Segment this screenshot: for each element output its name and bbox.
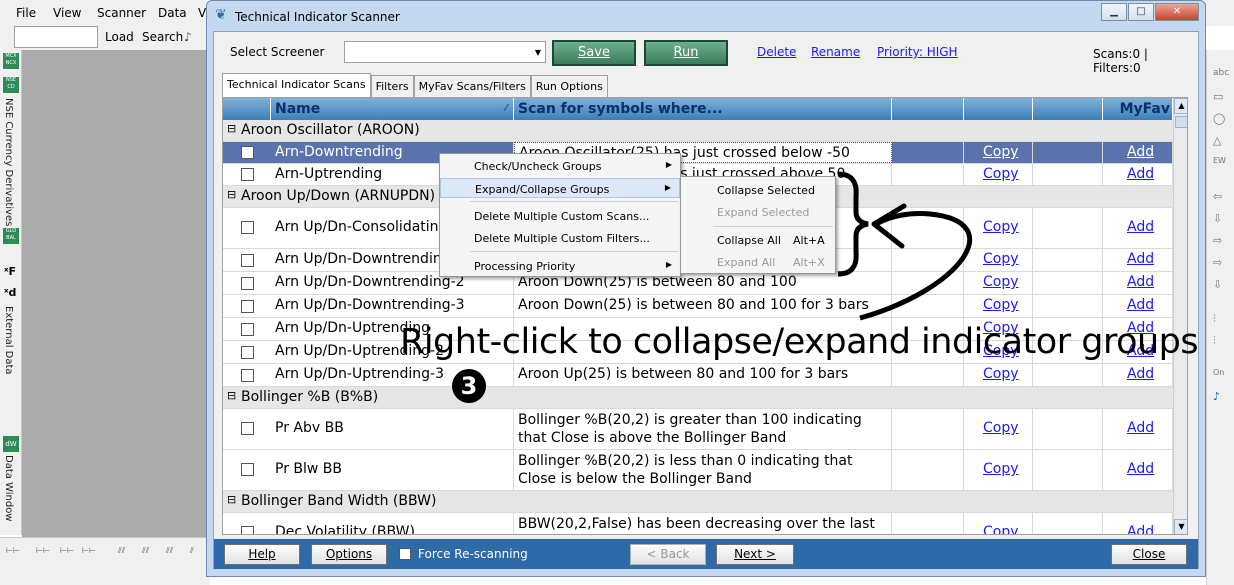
step-number-badge: 3 xyxy=(452,369,486,403)
annotation-text: Right-click to collapse/expand indicator… xyxy=(400,322,1199,362)
curly-brace-icon xyxy=(837,171,869,277)
annotation-overlay xyxy=(837,171,973,321)
arrow-head-icon xyxy=(871,203,907,249)
curved-arrow-icon xyxy=(859,211,973,321)
